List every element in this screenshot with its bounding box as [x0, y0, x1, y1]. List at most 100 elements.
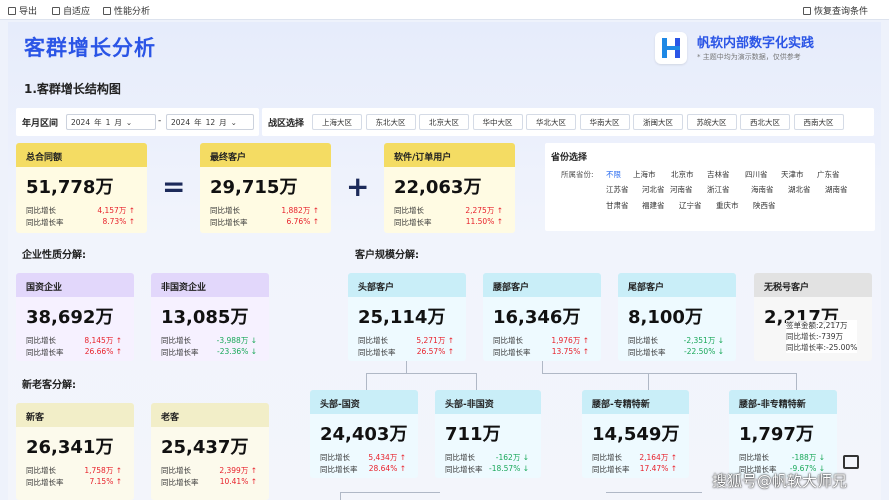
- page-title: 客群增长分析: [24, 36, 156, 60]
- card-final[interactable]: 最终客户 29,715万 同比增长 1,882万 ↑ 同比增长率 6.76% ↑: [200, 143, 331, 233]
- export-button[interactable]: 导出: [8, 4, 37, 17]
- card-non-soe[interactable]: 非国资企业 13,085万 同比增长 -3,988万 ↓ 同比增长率 -23.36%…: [151, 273, 269, 361]
- province-option[interactable]: 福建省: [642, 200, 665, 211]
- province-option[interactable]: 广东省: [817, 169, 840, 180]
- growth-label: 同比增长: [320, 453, 350, 462]
- rate-value: 28.64% ↑: [368, 464, 406, 473]
- card-new-customer[interactable]: 新客 26,341万 同比增长 1,758万 ↑ 同比增长率 7.15% ↑: [16, 403, 134, 500]
- card-title: 无税号客户: [754, 273, 872, 297]
- rate-value: 11.50% ↑: [465, 217, 503, 226]
- card-title: 腰部-专精特新: [582, 390, 689, 414]
- province-option[interactable]: 河北省: [642, 184, 665, 195]
- growth-value: 2,275万 ↑: [465, 206, 503, 215]
- province-option[interactable]: 北京市: [671, 169, 694, 180]
- province-option[interactable]: 重庆市: [716, 200, 739, 211]
- connector-line: [340, 492, 440, 493]
- region-chip[interactable]: 华南大区: [579, 114, 630, 130]
- rate-value: 10.41% ↑: [219, 477, 257, 486]
- card-title: 头部-国资: [310, 390, 418, 414]
- growth-label: 同比增长: [394, 206, 424, 215]
- province-option[interactable]: 浙江省: [707, 184, 730, 195]
- province-option[interactable]: 江苏省: [606, 184, 629, 195]
- rate-label: 同比增长率: [26, 218, 64, 227]
- card-title: 老客: [151, 403, 269, 427]
- rate-value: -22.50% ↓: [684, 347, 724, 356]
- card-value: 711万: [445, 424, 501, 445]
- connector-line: [366, 373, 367, 390]
- province-option[interactable]: 河南省: [670, 184, 693, 195]
- connector-line: [406, 361, 407, 373]
- connector-line: [366, 373, 476, 374]
- province-option[interactable]: 不限: [606, 169, 621, 180]
- card-value: 25,114万: [358, 307, 446, 328]
- province-option[interactable]: 海南省: [751, 184, 774, 195]
- brand-logo-icon: [655, 32, 687, 64]
- province-option[interactable]: 陕西省: [753, 200, 776, 211]
- card-waist-non-specialized[interactable]: 腰部-非专精特新 1,797万 同比增长 -188万 ↓ 同比增长率 -9.67% …: [729, 390, 837, 478]
- rate-label: 同比增长率: [592, 465, 630, 474]
- card-software[interactable]: 软件/订单用户 22,063万 同比增长 2,275万 ↑ 同比增长率 11.50%…: [384, 143, 515, 233]
- growth-label: 同比增长: [161, 466, 191, 475]
- province-option[interactable]: 湖北省: [788, 184, 811, 195]
- tooltip-line: 同比增长:-739万: [786, 332, 844, 341]
- tooltip-line: 同比增长率:-25.00%: [786, 343, 858, 352]
- growth-value: -188万 ↓: [791, 453, 825, 462]
- restore-query-button[interactable]: 恢复查询条件: [803, 4, 868, 17]
- card-head-soe[interactable]: 头部-国资 24,403万 同比增长 5,434万 ↑ 同比增长率 28.64% ↑: [310, 390, 418, 478]
- adaptive-button[interactable]: 自适应: [52, 4, 90, 17]
- date-from-select[interactable]: 2024 年 1 月 ⌄: [66, 114, 156, 130]
- connector-line: [606, 492, 702, 493]
- card-value: 16,346万: [493, 307, 581, 328]
- province-option[interactable]: 天津市: [781, 169, 804, 180]
- growth-label: 同比增长: [161, 336, 191, 345]
- region-chip[interactable]: 北京大区: [419, 114, 469, 130]
- rate-label: 同比增长率: [210, 218, 248, 227]
- rate-value: 13.75% ↑: [551, 347, 589, 356]
- region-chip[interactable]: 西南大区: [793, 114, 844, 130]
- card-value: 22,063万: [394, 177, 482, 198]
- date-separator: -: [158, 116, 162, 126]
- fullscreen-icon[interactable]: [843, 455, 859, 469]
- card-waist[interactable]: 腰部客户 16,346万 同比增长 1,976万 ↑ 同比增长率 13.75% ↑: [483, 273, 601, 361]
- growth-label: 同比增长: [493, 336, 523, 345]
- region-chip[interactable]: 华中大区: [472, 114, 523, 130]
- top-toolbar: 导出 自适应 性能分析 恢复查询条件: [0, 0, 889, 20]
- province-option[interactable]: 吉林省: [707, 169, 730, 180]
- rate-label: 同比增长率: [161, 348, 199, 357]
- region-chip[interactable]: 华北大区: [526, 114, 576, 130]
- card-title: 腰部-非专精特新: [729, 390, 837, 414]
- card-title: 软件/订单用户: [384, 143, 515, 167]
- card-soe[interactable]: 国资企业 38,692万 同比增长 8,145万 ↑ 同比增长率 26.66% ↑: [16, 273, 134, 361]
- perf-button[interactable]: 性能分析: [103, 4, 150, 17]
- region-chip[interactable]: 苏皖大区: [686, 114, 737, 130]
- region-chip[interactable]: 浙闽大区: [633, 114, 683, 130]
- card-waist-specialized[interactable]: 腰部-专精特新 14,549万 同比增长 2,164万 ↑ 同比增长率 17.47%…: [582, 390, 689, 478]
- scale-label: 客户规模分解:: [355, 250, 419, 261]
- chevron-down-icon: ⌄: [230, 117, 237, 127]
- region-chip[interactable]: 西北大区: [740, 114, 790, 130]
- growth-label: 同比增长: [26, 336, 56, 345]
- province-option[interactable]: 辽宁省: [679, 200, 702, 211]
- rate-value: 17.47% ↑: [639, 464, 677, 473]
- card-total[interactable]: 总合同额 51,778万 同比增长 4,157万 ↑ 同比增长率 8.73% ↑: [16, 143, 147, 233]
- card-tail[interactable]: 尾部客户 8,100万 同比增长 -2,351万 ↓ 同比增长率 -22.50% ↓: [618, 273, 736, 361]
- province-option[interactable]: 甘肃省: [606, 200, 629, 211]
- card-old-customer[interactable]: 老客 25,437万 同比增长 2,399万 ↑ 同比增长率 10.41% ↑: [151, 403, 269, 500]
- province-option[interactable]: 四川省: [745, 169, 768, 180]
- region-chip[interactable]: 东北大区: [365, 114, 416, 130]
- region-label: 战区选择: [268, 119, 305, 129]
- card-head-non-soe[interactable]: 头部-非国资 711万 同比增长 -162万 ↓ 同比增长率 -18.57% ↓: [435, 390, 541, 478]
- region-chip[interactable]: 上海大区: [312, 114, 362, 130]
- restore-icon: [803, 6, 811, 15]
- growth-label: 同比增长: [26, 466, 56, 475]
- rate-label: 同比增长率: [26, 348, 64, 357]
- card-head[interactable]: 头部客户 25,114万 同比增长 5,271万 ↑ 同比增长率 26.57% ↑: [348, 273, 466, 361]
- card-title: 腰部客户: [483, 273, 601, 297]
- date-filter: 年月区间 2024 年 1 月 ⌄ - 2024 年 12 月 ⌄: [16, 108, 259, 136]
- card-title: 尾部客户: [618, 273, 736, 297]
- province-option[interactable]: 上海市: [633, 169, 656, 180]
- date-to-select[interactable]: 2024 年 12 月 ⌄: [166, 114, 254, 130]
- section-title: 1.客群增长结构图: [24, 82, 121, 96]
- rate-label: 同比增长率: [445, 465, 483, 474]
- province-option[interactable]: 湖南省: [825, 184, 848, 195]
